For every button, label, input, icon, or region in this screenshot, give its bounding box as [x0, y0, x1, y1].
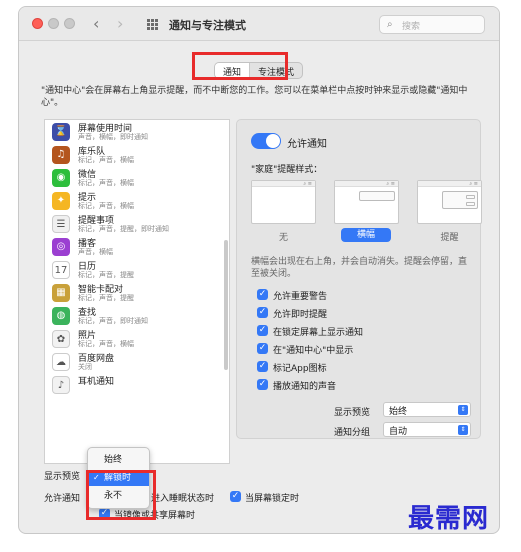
list-item[interactable]: ◉ 微信 标记，声音，横幅 — [45, 166, 229, 189]
list-icon: ☰ — [52, 215, 70, 233]
search-field[interactable]: ⌕ 搜索 — [379, 15, 485, 34]
sleep-label: 进入睡眠状态时 — [151, 494, 215, 504]
global-allow-label: 允许通知 — [44, 494, 81, 504]
checkbox-checked-icon[interactable]: ✓ — [257, 379, 268, 390]
banner-description: 横幅会出现在右上角，并会自动消失。提醒会停留，直至被关闭。 — [251, 257, 468, 279]
checkbox-checked-icon[interactable]: ✓ — [257, 325, 268, 336]
list-item[interactable]: ✦ 提示 标记，声音，横幅 — [45, 189, 229, 212]
checkbox-checked-icon[interactable]: ✓ — [257, 289, 268, 300]
app-notification-summary: 标记，声音，横幅 — [78, 340, 134, 348]
grouping-row: 通知分组 自动 ⇕ — [237, 422, 482, 438]
podcast-icon: ◎ — [52, 238, 70, 256]
show-all-grid-icon[interactable] — [147, 19, 158, 30]
checkbox-checked-icon[interactable]: ✓ — [257, 343, 268, 354]
allow-notifications-toggle[interactable] — [251, 133, 281, 149]
grouping-label: 通知分组 — [333, 428, 370, 438]
highlight-box-tabs — [192, 52, 288, 80]
show-preview-select[interactable]: 始终 ⇕ — [383, 402, 471, 417]
show-preview-label: 显示预览 — [333, 408, 370, 418]
watermark-text: 最需网 — [408, 504, 490, 534]
list-item[interactable]: ✿ 照片 标记，声音，横幅 — [45, 327, 229, 350]
updown-chevron-icon: ⇕ — [458, 405, 468, 415]
lightbulb-icon: ✦ — [52, 192, 70, 210]
app-notification-summary: 标记，声音，横幅 — [78, 179, 134, 187]
style-banner-preview[interactable]: ⌕ ≡ — [334, 180, 399, 224]
zoom-window-button[interactable] — [64, 18, 75, 29]
list-item[interactable]: ◎ 播客 声音，横幅 — [45, 235, 229, 258]
cloud-icon: ☁ — [52, 353, 70, 371]
list-item[interactable]: ◍ 查找 标记，声音，即时通知 — [45, 304, 229, 327]
lock-label: 当屏幕锁定时 — [245, 494, 300, 504]
app-notification-summary: 标记，声音，提醒 — [78, 271, 134, 279]
list-item[interactable]: ▦ 智能卡配对 标记，声音，提醒 — [45, 281, 229, 304]
notification-center-description: "通知中心"会在屏幕右上角显示提醒，而不中断您的工作。您可以在菜单栏中点按时钟来… — [41, 86, 468, 108]
search-icon: ⌕ — [387, 19, 393, 30]
calendar-icon: 17 — [52, 261, 70, 279]
notification-settings-panel: 允许通知 "家庭"提醒样式： ⌕ ≡ ⌕ ≡ ⌕ ≡ 无 横幅 提醒 横幅会出现… — [236, 119, 482, 439]
wechat-icon: ◉ — [52, 169, 70, 187]
hourglass-icon: ⌛ — [52, 123, 70, 141]
list-item[interactable]: ♫ 库乐队 标记，声音，横幅 — [45, 143, 229, 166]
highlight-box-menu — [86, 470, 156, 520]
app-notification-summary: 声音，横幅，即时通知 — [78, 133, 148, 141]
list-item[interactable]: ☁ 百度网盘 关闭 — [45, 350, 229, 373]
checkbox-checked-icon[interactable]: ✓ — [257, 307, 268, 318]
allow-notifications-label: 允许通知 — [287, 139, 327, 150]
window-title: 通知与专注模式 — [169, 19, 246, 32]
photos-icon: ✿ — [52, 330, 70, 348]
app-name: 耳机通知 — [78, 377, 115, 387]
app-notification-summary: 标记，声音，横幅 — [78, 202, 134, 210]
style-banner-label[interactable]: 横幅 — [341, 228, 391, 242]
guitar-icon: ♫ — [52, 146, 70, 164]
smartcard-icon: ▦ — [52, 284, 70, 302]
app-notification-summary: 关闭 — [78, 363, 92, 371]
menu-item-always[interactable]: 始终 — [88, 452, 149, 468]
app-notification-summary: 标记，声音，提醒 — [78, 294, 134, 302]
list-item[interactable]: 17 日历 标记，声音，提醒 — [45, 258, 229, 281]
style-none-label: 无 — [278, 233, 288, 243]
lock-checkbox[interactable]: ✓ — [230, 491, 241, 502]
grouping-select[interactable]: 自动 ⇕ — [383, 422, 471, 437]
findmy-icon: ◍ — [52, 307, 70, 325]
alert-style-label: "家庭"提醒样式： — [251, 165, 323, 175]
preview-row: 显示预览 始终 ⇕ — [237, 402, 482, 418]
app-notification-summary: 声音，横幅 — [78, 248, 113, 256]
close-window-button[interactable] — [32, 18, 43, 29]
style-none-preview[interactable]: ⌕ ≡ — [251, 180, 316, 224]
checkbox-checked-icon[interactable]: ✓ — [257, 361, 268, 372]
app-notification-summary: 标记，声音，提醒，即时通知 — [78, 225, 169, 233]
search-placeholder: 搜索 — [402, 22, 421, 32]
style-alert-preview[interactable]: ⌕ ≡ — [417, 180, 482, 224]
list-item[interactable]: ☰ 提醒事项 标记，声音，提醒，即时通知 — [45, 212, 229, 235]
headphones-icon: ♪ — [52, 376, 70, 394]
app-notification-summary: 标记，声音，横幅 — [78, 156, 134, 164]
back-chevron-icon[interactable]: ‹ — [93, 14, 99, 33]
forward-chevron-icon[interactable]: › — [117, 14, 123, 33]
list-item[interactable]: ⌛ 屏幕使用时间 声音，横幅，即时通知 — [45, 120, 229, 143]
list-item[interactable]: ♪ 耳机通知 — [45, 373, 229, 396]
global-preview-label: 显示预览 — [44, 472, 81, 482]
app-list: ⌛ 屏幕使用时间 声音，横幅，即时通知 ♫ 库乐队 标记，声音，横幅 ◉ 微信 标记，声音，横幅… — [44, 119, 230, 464]
updown-chevron-icon: ⇕ — [458, 425, 468, 435]
app-notification-summary: 标记，声音，即时通知 — [78, 317, 148, 325]
list-scrollbar[interactable] — [224, 240, 228, 370]
style-alert-label: 提醒 — [440, 233, 459, 243]
minimize-window-button[interactable] — [48, 18, 59, 29]
title-bar: ‹ › 通知与专注模式 ⌕ 搜索 — [19, 7, 499, 41]
